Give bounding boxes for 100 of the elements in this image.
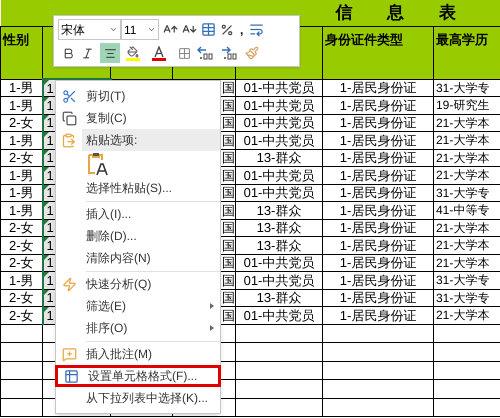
table-cell: 01-中共党员 <box>244 272 314 288</box>
table-cell: 1-居民身份证 <box>340 308 416 323</box>
menu-item[interactable]: 清除内容(N) <box>56 247 220 269</box>
submenu-arrow-icon <box>210 303 214 309</box>
table-cell: 国 <box>222 272 235 288</box>
fill-color-button[interactable] <box>126 46 140 60</box>
table-cell: 1-居民身份证 <box>340 150 416 166</box>
menu-item[interactable]: 筛选(E) <box>56 295 220 317</box>
table-cell-text: 19-研究生 <box>435 98 490 112</box>
table-cell: 1-居民身份证 <box>340 202 416 218</box>
column-header: 最高学历 <box>436 32 488 46</box>
table-cell-text: 1 <box>46 80 54 96</box>
table-cell: 国 <box>222 308 235 323</box>
table-cell-text: 31-大学专 <box>435 290 490 305</box>
table-cell: 1-居民身份证 <box>340 132 416 148</box>
column-header: 性别 <box>3 32 29 46</box>
table-cell-text: 21-大学本 <box>435 168 490 182</box>
table-cell: 2-女 <box>8 255 34 270</box>
caret-icon <box>147 25 156 34</box>
table-cell-text: 1 <box>46 308 54 323</box>
table-cell: 2-女 <box>8 150 34 166</box>
font-name-dropdown[interactable]: 宋体 <box>58 19 121 40</box>
table-cell-text: 1 <box>46 220 54 236</box>
table-cell: 1-居民身份证 <box>340 115 416 130</box>
table-cell: 国 <box>222 238 235 253</box>
table-cell: 国 <box>222 132 235 148</box>
menu-item[interactable]: 剪切(T) <box>56 85 220 107</box>
menu-item-icon <box>61 132 76 148</box>
table-cell-text: 41-中等专 <box>435 203 490 218</box>
decrease-decimal-icon[interactable] <box>221 46 239 60</box>
table-cell: 1-居民身份证 <box>340 185 416 200</box>
table-cell: 2-女 <box>8 290 34 306</box>
menu-item[interactable]: 从下拉列表中选择(K)... <box>56 387 220 409</box>
table-cell: 国 <box>222 290 235 306</box>
table-cell: 13-群众 <box>256 220 302 236</box>
table-cell-text: 1 <box>46 168 54 183</box>
table-cell-text: 1 <box>46 202 54 218</box>
table-cell-text: 1 <box>46 255 54 270</box>
menu-item-icon <box>62 276 77 292</box>
table-cell: 1-居民身份证 <box>340 272 416 288</box>
table-cell: 2-女 <box>8 308 34 323</box>
paint-bucket-icon <box>127 46 139 58</box>
table-cell: 2-女 <box>8 238 34 253</box>
menu-item[interactable]: 插入批注(M) <box>56 343 220 365</box>
table-cell-text: 21-大学本 <box>435 150 490 165</box>
table-cell: 国 <box>222 115 235 130</box>
wrap-text-icon[interactable] <box>249 22 264 37</box>
caret-icon <box>109 25 118 34</box>
menu-item[interactable]: 快速分析(Q) <box>56 273 220 295</box>
paste-values-icon[interactable] <box>86 152 108 176</box>
table-cell: 01-中共党员 <box>244 255 314 270</box>
increase-decimal-icon[interactable] <box>197 46 215 60</box>
table-cell: 1-男 <box>8 272 34 288</box>
percent-icon[interactable] <box>220 22 234 36</box>
menu-item[interactable]: 设置单元格格式(F)... <box>55 365 221 387</box>
font-color-button[interactable] <box>152 46 166 60</box>
table-cell: 国 <box>222 98 235 113</box>
table-cell-text: 1 <box>46 115 54 130</box>
table-cell-text: 1 <box>46 150 54 166</box>
table-cell: 1-男 <box>8 168 34 183</box>
table-cell: 国 <box>222 185 235 200</box>
table-cell-text: 31-大学专 <box>435 80 490 95</box>
sheet-title: 信 息 表 <box>336 3 456 22</box>
table-cell-text: 31-大学专 <box>435 186 490 200</box>
table-cell-text: 1 <box>46 238 54 253</box>
align-center-button[interactable] <box>100 43 120 63</box>
comma-style-button[interactable]: , <box>238 20 246 38</box>
menu-item-icon <box>62 346 77 362</box>
table-cell: 1-男 <box>8 80 34 96</box>
table-cell: 1-男 <box>8 132 34 148</box>
menu-item[interactable]: 删除(D)... <box>56 225 220 247</box>
table-cell: 01-中共党员 <box>244 115 314 130</box>
table-cell: 01-中共党员 <box>244 80 314 96</box>
menu-item[interactable]: 选择性粘贴(S)... <box>56 177 220 199</box>
borders-icon[interactable] <box>178 46 191 60</box>
font-color-icon <box>153 46 165 58</box>
table-cell: 1-男 <box>8 185 34 200</box>
table-cell-text: 1 <box>46 132 54 148</box>
table-cell: 13-群众 <box>256 290 302 306</box>
table-cell: 1-居民身份证 <box>340 80 416 96</box>
table-cell: 1-男 <box>8 202 34 218</box>
table-cell-text: 1 <box>46 98 54 113</box>
table-cell-text: 1 <box>46 185 54 200</box>
table-cell: 国 <box>222 150 235 166</box>
table-cell: 13-群众 <box>256 150 302 166</box>
bold-icon[interactable] <box>62 46 75 60</box>
menu-item[interactable]: 插入(I)... <box>56 203 220 225</box>
menu-item[interactable]: 排序(O) <box>56 317 220 339</box>
table-cell: 1-居民身份证 <box>340 238 416 253</box>
table-cell: 01-中共党员 <box>244 132 314 148</box>
font-size-dropdown[interactable]: 11 <box>121 19 159 40</box>
table-cell: 13-群众 <box>256 238 302 253</box>
table-cell: 国 <box>222 168 235 183</box>
menu-item[interactable]: 复制(C) <box>56 107 220 129</box>
submenu-arrow-icon <box>210 325 214 331</box>
table-cell-text: 1 <box>46 290 54 306</box>
table-cell: 1-居民身份证 <box>340 168 416 183</box>
table-format-icon[interactable] <box>201 22 216 37</box>
menu-item-icon <box>62 110 77 126</box>
italic-icon[interactable] <box>81 46 94 60</box>
